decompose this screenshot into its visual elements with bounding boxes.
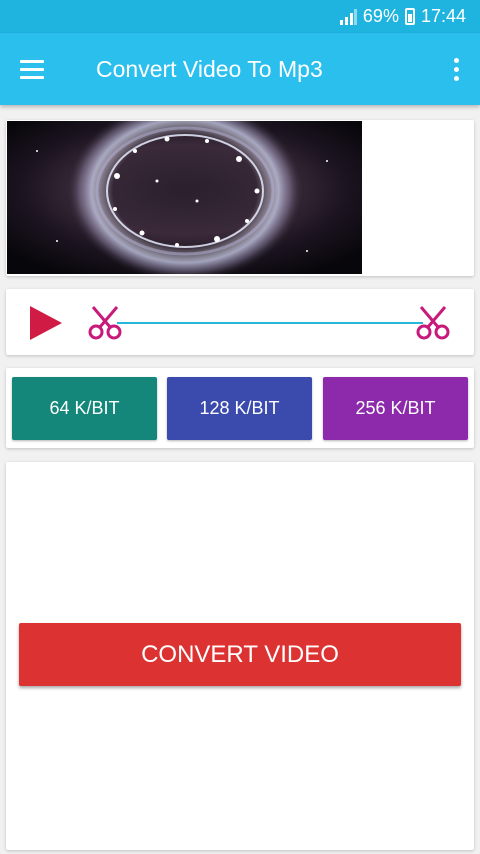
- battery-icon: [404, 8, 415, 25]
- status-bar: 69% 17:44: [0, 0, 480, 33]
- signal-icon: [339, 8, 357, 25]
- clock: 17:44: [420, 6, 466, 26]
- convert-video-button[interactable]: CONVERT VIDEO: [19, 623, 461, 686]
- video-preview-card: [6, 120, 474, 276]
- bitrate-64-button[interactable]: 64 K/BIT: [12, 377, 157, 440]
- video-thumbnail[interactable]: [7, 121, 362, 274]
- battery-percent: 69%: [362, 6, 399, 26]
- convert-card: CONVERT VIDEO: [6, 462, 474, 850]
- bitrate-128-button[interactable]: 128 K/BIT: [167, 377, 312, 440]
- hamburger-icon[interactable]: [0, 33, 64, 105]
- bitrate-selector-card: 64 K/BIT 128 K/BIT 256 K/BIT: [6, 368, 474, 448]
- trim-range-track[interactable]: [117, 322, 423, 324]
- app-bar: Convert Video To Mp3: [0, 33, 480, 105]
- scissors-icon[interactable]: [415, 305, 451, 341]
- more-vert-icon[interactable]: [432, 33, 480, 105]
- bitrate-256-button[interactable]: 256 K/BIT: [323, 377, 468, 440]
- app-title: Convert Video To Mp3: [96, 55, 323, 82]
- trim-controls-card: [6, 289, 474, 355]
- play-icon[interactable]: [28, 306, 62, 340]
- scissors-icon[interactable]: [87, 305, 123, 341]
